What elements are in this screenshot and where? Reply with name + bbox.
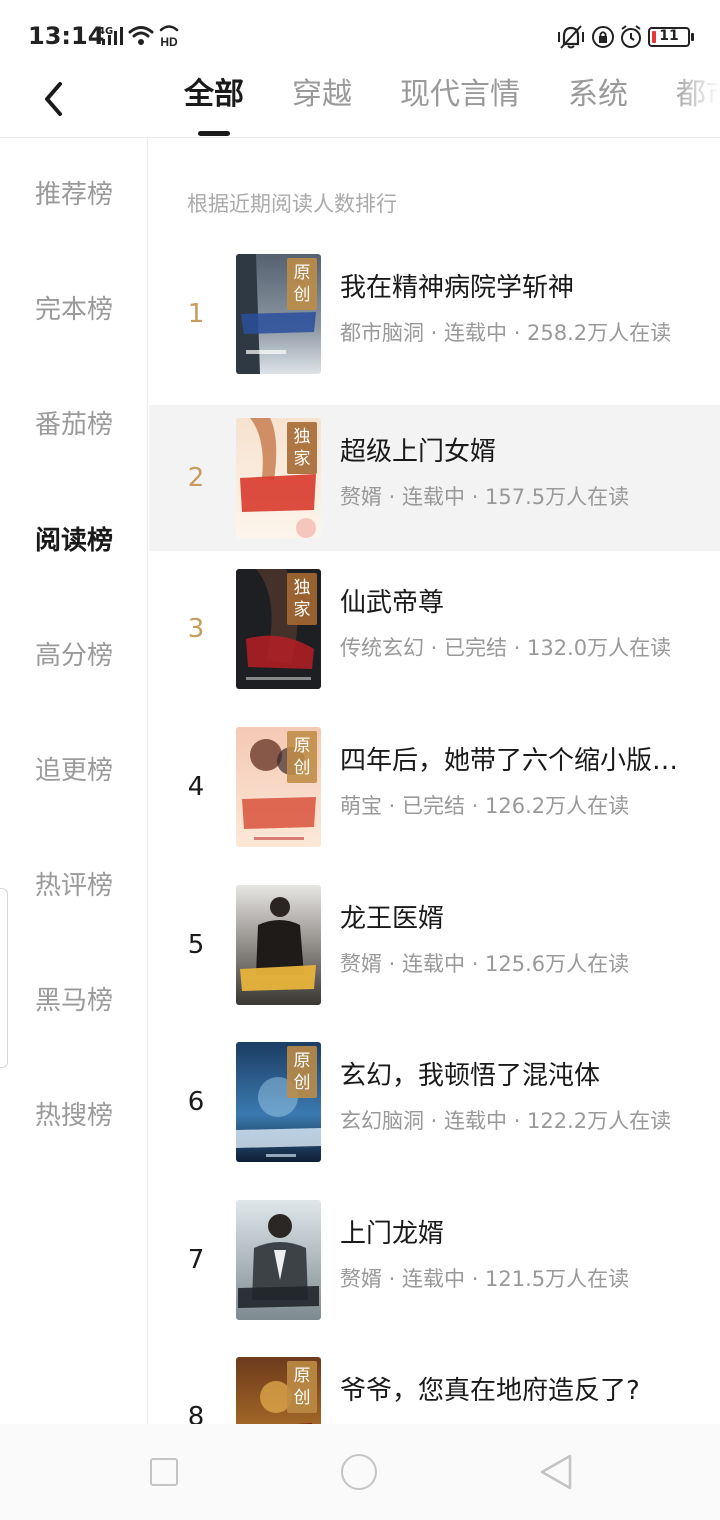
cover-tag: 原创 xyxy=(287,1046,317,1098)
book-row[interactable]: 1 原创 我在精神病院学斩神 都市脑洞 · 连载中 · 258.2万人在读 xyxy=(149,241,720,387)
battery-percent: 11 xyxy=(659,28,679,44)
book-ranking-list: 根据近期阅读人数排行 1 原创 我在精神病院学斩神 都市脑洞 · 连载中 · 2… xyxy=(149,138,720,1424)
book-rank: 1 xyxy=(187,299,205,329)
book-meta: 都市脑洞 · 连载中 · 258.2万人在读 xyxy=(340,321,672,345)
cover-tag: 原创 xyxy=(287,1361,317,1413)
alarm-icon xyxy=(621,25,641,48)
header-bar: 全部 穿越 现代言情 系统 都市 xyxy=(0,72,720,138)
back-icon[interactable] xyxy=(538,1452,574,1492)
tab-modern-romance[interactable]: 现代言情 xyxy=(376,72,544,118)
book-rank: 4 xyxy=(187,772,205,802)
book-title: 爷爷，您真在地府造反了? xyxy=(340,1376,640,1406)
book-row[interactable]: 2 独家 超级上门女婿 赘婿 · 连载中 · 157.5万人在读 xyxy=(149,405,720,551)
book-rank: 7 xyxy=(187,1245,205,1275)
vibrate-icon xyxy=(558,25,584,49)
sidebar-item-following[interactable]: 追更榜 xyxy=(0,731,148,811)
status-bar: 13:14 4G HD 11 xyxy=(0,0,720,72)
sidebar-item-tomato[interactable]: 番茄榜 xyxy=(0,385,148,465)
book-row[interactable]: 3 独家 仙武帝尊 传统玄幻 · 已完结 · 132.0万人在读 xyxy=(149,556,720,702)
edge-panel-handle[interactable] xyxy=(0,888,8,1068)
cover-tag: 原创 xyxy=(287,731,317,783)
book-meta: 萌宝 · 已完结 · 126.2万人在读 xyxy=(340,794,630,818)
book-cover xyxy=(236,1200,321,1320)
book-row[interactable]: 7 上门龙婿 赘婿 · 连载中 · 121.5万人在读 xyxy=(149,1187,720,1333)
book-cover-art xyxy=(236,1200,321,1320)
tab-label: 系统 xyxy=(568,77,628,112)
tab-active-indicator xyxy=(198,131,230,136)
sidebar-item-high-score[interactable]: 高分榜 xyxy=(0,616,148,696)
book-row[interactable]: 5 龙王医婿 赘婿 · 连载中 · 125.6万人在读 xyxy=(149,872,720,1018)
book-cover: 原创 xyxy=(236,727,321,847)
book-title: 我在精神病院学斩神 xyxy=(340,273,575,303)
sidebar-item-label: 推荐榜 xyxy=(34,180,113,210)
sidebar-item-reading[interactable]: 阅读榜 xyxy=(0,501,148,581)
book-rank: 2 xyxy=(187,463,205,493)
chevron-left-icon xyxy=(45,82,62,116)
book-cover xyxy=(236,885,321,1005)
sidebar-item-label: 完本榜 xyxy=(34,295,113,325)
sidebar-item-label: 黑马榜 xyxy=(34,986,113,1016)
book-cover: 原创 xyxy=(236,1357,321,1424)
book-cover-art xyxy=(236,885,321,1005)
tab-system[interactable]: 系统 xyxy=(544,72,652,118)
sidebar-item-dark-horse[interactable]: 黑马榜 xyxy=(0,961,148,1041)
cover-tag: 独家 xyxy=(287,573,317,625)
recent-apps-icon[interactable] xyxy=(150,1458,178,1486)
svg-text:HD: HD xyxy=(160,35,178,48)
sidebar-item-label: 高分榜 xyxy=(34,641,113,671)
sidebar-item-hot-comments[interactable]: 热评榜 xyxy=(0,846,148,926)
cover-tag: 原创 xyxy=(287,258,317,310)
home-icon[interactable] xyxy=(341,1454,377,1490)
sidebar-item-label: 阅读榜 xyxy=(34,526,113,556)
ranking-hint: 根据近期阅读人数排行 xyxy=(187,192,397,216)
tab-time-travel[interactable]: 穿越 xyxy=(268,72,376,118)
book-row[interactable]: 6 原创 玄幻，我顿悟了混沌体 玄幻脑洞 · 连载中 · 122.2万人在读 xyxy=(149,1029,720,1175)
book-meta: 赘婿 · 连载中 · 125.6万人在读 xyxy=(340,952,630,976)
book-cover: 独家 xyxy=(236,569,321,689)
signal-icon xyxy=(102,27,123,45)
battery-icon: 11 xyxy=(648,27,694,47)
tabs-fade-overlay xyxy=(670,72,720,132)
book-row[interactable]: 8 原创 爷爷，您真在地府造反了? xyxy=(149,1344,720,1424)
book-title: 超级上门女婿 xyxy=(340,437,497,467)
book-cover: 独家 xyxy=(236,418,321,538)
book-meta: 赘婿 · 连载中 · 121.5万人在读 xyxy=(340,1267,630,1291)
book-title: 上门龙婿 xyxy=(340,1219,445,1249)
sidebar-item-completed[interactable]: 完本榜 xyxy=(0,270,148,350)
app-screen: 13:14 4G HD 11 全部 穿越 现代言情 系统 推荐榜 完本榜 番茄榜… xyxy=(0,0,720,1520)
book-title: 仙武帝尊 xyxy=(340,588,445,618)
sidebar-item-label: 热评榜 xyxy=(34,871,113,901)
rotation-lock-icon xyxy=(592,26,614,48)
status-time: 13:14 xyxy=(28,22,105,50)
book-rank: 3 xyxy=(187,614,205,644)
sidebar-item-recommend[interactable]: 推荐榜 xyxy=(0,155,148,235)
sidebar-item-label: 追更榜 xyxy=(34,756,113,786)
sidebar-item-label: 番茄榜 xyxy=(34,410,113,440)
book-row[interactable]: 4 原创 四年后，她带了六个缩小版大佬回归 萌宝 · 已完结 · 126.2万人… xyxy=(149,714,720,860)
book-title: 玄幻，我顿悟了混沌体 xyxy=(340,1061,601,1091)
back-button[interactable] xyxy=(32,76,76,122)
ranking-sidebar: 推荐榜 完本榜 番茄榜 阅读榜 高分榜 追更榜 热评榜 黑马榜 热搜榜 xyxy=(0,138,148,1424)
book-cover: 原创 xyxy=(236,254,321,374)
sidebar-item-label: 热搜榜 xyxy=(34,1101,113,1131)
book-meta: 玄幻脑洞 · 连载中 · 122.2万人在读 xyxy=(340,1109,672,1133)
book-title: 四年后，她带了六个缩小版大佬回归 xyxy=(340,746,680,776)
tab-label: 现代言情 xyxy=(400,77,520,112)
sidebar-item-hot-search[interactable]: 热搜榜 xyxy=(0,1076,148,1156)
book-meta: 赘婿 · 连载中 · 157.5万人在读 xyxy=(340,485,630,509)
hd-icon: HD xyxy=(159,25,179,48)
book-title: 龙王医婿 xyxy=(340,904,445,934)
book-cover: 原创 xyxy=(236,1042,321,1162)
wifi-icon xyxy=(128,26,154,45)
tab-label: 全部 xyxy=(184,77,244,112)
tab-all[interactable]: 全部 xyxy=(160,72,268,136)
book-rank: 8 xyxy=(187,1402,205,1424)
book-meta: 传统玄幻 · 已完结 · 132.0万人在读 xyxy=(340,636,672,660)
system-nav-bar xyxy=(0,1424,720,1520)
book-rank: 5 xyxy=(187,930,205,960)
cover-tag: 独家 xyxy=(287,422,317,474)
category-tabs: 全部 穿越 现代言情 系统 都市 xyxy=(160,72,720,138)
book-rank: 6 xyxy=(187,1087,205,1117)
tab-label: 穿越 xyxy=(292,77,352,112)
